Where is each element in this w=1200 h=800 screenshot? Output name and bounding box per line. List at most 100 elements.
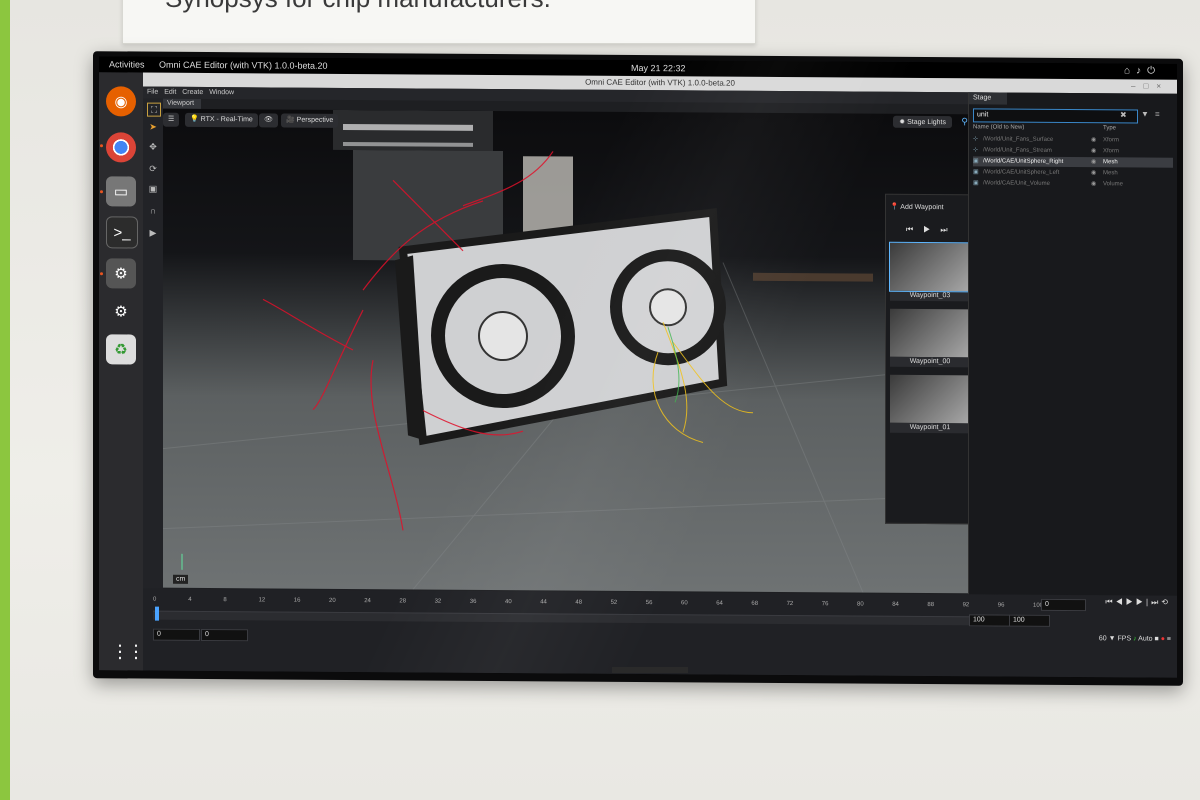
- step-forward-icon[interactable]: ▶|: [1136, 597, 1151, 606]
- app-window: Omni CAE Editor (with VTK) 1.0.0-beta.20…: [143, 72, 1177, 678]
- visibility-icon[interactable]: ◉: [1091, 135, 1096, 145]
- timeline-tick-label: 36: [469, 598, 477, 605]
- unit-label: cm: [173, 574, 189, 584]
- viewport[interactable]: ☰ 💡 RTX - Real-Time 👁 🎥 Perspective ✹ St…: [163, 108, 986, 594]
- power-icon[interactable]: ⏻: [1147, 66, 1161, 77]
- snap-icon[interactable]: ∩: [147, 205, 159, 217]
- move-icon[interactable]: ✥: [147, 141, 159, 153]
- end-frame-field-2[interactable]: 100: [1009, 614, 1050, 627]
- start-frame-field[interactable]: 0: [153, 628, 200, 641]
- firefox-icon[interactable]: ◉: [106, 86, 136, 117]
- menu-file[interactable]: File: [147, 89, 158, 96]
- play-icon[interactable]: ▶: [923, 225, 940, 234]
- auto-key-button[interactable]: Auto: [1138, 635, 1152, 642]
- timeline-tick-label: 4: [188, 596, 192, 603]
- tab-viewport[interactable]: Viewport: [163, 98, 201, 109]
- sun-icon: ✹: [899, 118, 908, 126]
- render-mode-button[interactable]: 💡 RTX - Real-Time: [185, 112, 258, 128]
- add-waypoint-label: Add Waypoint: [900, 203, 944, 212]
- maximize-icon[interactable]: □: [1143, 82, 1156, 91]
- skip-end-icon[interactable]: ⏭: [1151, 598, 1161, 607]
- waypoint-item[interactable]: Waypoint_03: [889, 241, 971, 302]
- cursor-icon[interactable]: ➤: [147, 121, 159, 133]
- start-frame-field-2[interactable]: 0: [201, 628, 248, 642]
- select-mode-icon[interactable]: ⛶: [147, 102, 161, 117]
- record-icon[interactable]: ●: [1161, 636, 1165, 643]
- stage-lights-button[interactable]: ✹ Stage Lights: [893, 115, 952, 129]
- filter-icon[interactable]: ▼: [1141, 110, 1149, 119]
- column-type[interactable]: Type: [1103, 125, 1116, 131]
- timeline-playhead[interactable]: [155, 606, 159, 621]
- clock[interactable]: May 21 22:32: [631, 63, 686, 73]
- chrome-icon[interactable]: [106, 132, 136, 163]
- timeline-tick-label: 16: [293, 597, 301, 604]
- axis-gizmo: [181, 553, 183, 570]
- light-bulb-icon: 💡: [190, 115, 201, 123]
- menu-icon[interactable]: ≡: [1167, 636, 1171, 643]
- waypoint-item[interactable]: Waypoint_00: [890, 308, 970, 368]
- activities-button[interactable]: Activities: [109, 59, 145, 69]
- visibility-icon[interactable]: ◉: [1091, 168, 1096, 178]
- scale-icon[interactable]: ▣: [147, 183, 159, 195]
- stage-row[interactable]: ▣ /World/CAE/Unit_Volume ◉ Volume: [973, 178, 1173, 189]
- trash-icon[interactable]: ♻: [106, 334, 136, 365]
- menu-create[interactable]: Create: [182, 89, 203, 96]
- pin-icon[interactable]: ⚲: [961, 116, 968, 127]
- timeline-tick-label: 44: [540, 599, 547, 606]
- current-frame-field[interactable]: 0: [1041, 598, 1086, 612]
- camera-icon[interactable]: ■: [1155, 636, 1159, 643]
- fps-dropdown-icon[interactable]: ▼: [1109, 635, 1116, 642]
- active-app-title[interactable]: Omni CAE Editor (with VTK) 1.0.0-beta.20: [159, 60, 328, 71]
- terminal-icon[interactable]: >_: [106, 216, 138, 249]
- step-back-icon[interactable]: ◀: [1116, 597, 1126, 606]
- settings-icon[interactable]: ⚙: [106, 258, 136, 289]
- settings-icon[interactable]: ☰: [163, 112, 180, 127]
- volume-icon[interactable]: ♪: [1136, 65, 1147, 76]
- stage-row[interactable]: ▣ /World/CAE/UnitSphere_Right ◉ Mesh: [973, 156, 1173, 168]
- booth-banner: Synopsys for chip manufacturers.: [122, 0, 756, 44]
- settings-icon[interactable]: ⚙: [106, 296, 136, 326]
- loop-icon[interactable]: ⟲: [1161, 598, 1171, 607]
- stage-row[interactable]: ▣ /World/CAE/UnitSphere_Left ◉ Mesh: [973, 167, 1173, 178]
- column-name[interactable]: Name (Old to New): [973, 124, 1024, 130]
- streamline: [262, 298, 354, 351]
- clear-search-icon[interactable]: ✖: [1120, 110, 1127, 119]
- timeline-tick-label: 80: [857, 601, 864, 608]
- fps-label: FPS: [1117, 635, 1132, 643]
- add-waypoint-button[interactable]: 📍 Add Waypoint: [890, 203, 944, 211]
- menu-edit[interactable]: Edit: [164, 89, 176, 96]
- tab-stage[interactable]: Stage: [969, 92, 1007, 105]
- stage-row[interactable]: ⊹ /World/Unit_Fans_Stream ◉ Xform: [973, 145, 1173, 156]
- scene-render: [163, 109, 986, 593]
- camera-button[interactable]: 🎥 Perspective: [281, 113, 339, 128]
- fps-controls: 60 ▼ FPS ♪ Auto ■ ● ≡: [1099, 635, 1171, 643]
- eye-icon[interactable]: 👁: [259, 113, 278, 128]
- skip-start-icon[interactable]: ⏮: [1105, 597, 1115, 606]
- play-icon[interactable]: ▶: [1126, 597, 1136, 606]
- tool-column: ⛶ ➤ ✥ ⟳ ▣ ∩ ▶: [143, 98, 163, 589]
- stage-search-input[interactable]: unit: [973, 108, 1138, 124]
- camera-label: Perspective: [296, 116, 334, 124]
- minimize-icon[interactable]: –: [1131, 81, 1143, 90]
- previous-icon[interactable]: ⏮: [906, 225, 923, 234]
- files-icon[interactable]: ▭: [106, 176, 136, 207]
- rotate-icon[interactable]: ⟳: [147, 163, 159, 175]
- system-tray[interactable]: ⌂♪⏻: [1124, 65, 1161, 76]
- visibility-icon[interactable]: ◉: [1091, 157, 1096, 167]
- visibility-icon[interactable]: ◉: [1091, 179, 1096, 189]
- end-frame-field[interactable]: 100: [969, 614, 1010, 627]
- menu-icon[interactable]: ≡: [1155, 110, 1160, 119]
- menu-window[interactable]: Window: [209, 89, 234, 96]
- waypoint-item[interactable]: Waypoint_01: [890, 374, 970, 434]
- network-icon[interactable]: ⌂: [1124, 65, 1136, 76]
- fps-value[interactable]: 60: [1099, 635, 1107, 642]
- stage-row[interactable]: ⊹ /World/Unit_Fans_Surface ◉ Xform: [973, 134, 1173, 145]
- screen: Activities Omni CAE Editor (with VTK) 1.…: [99, 56, 1177, 678]
- play-icon[interactable]: ▶: [147, 227, 159, 239]
- visibility-icon[interactable]: ◉: [1091, 146, 1096, 156]
- stage-row-type: Volume: [1103, 181, 1124, 188]
- gpu-model: [395, 208, 728, 446]
- next-icon[interactable]: ⏭: [940, 225, 957, 234]
- timeline-tick-label: 88: [927, 602, 935, 609]
- close-icon[interactable]: ×: [1156, 82, 1169, 91]
